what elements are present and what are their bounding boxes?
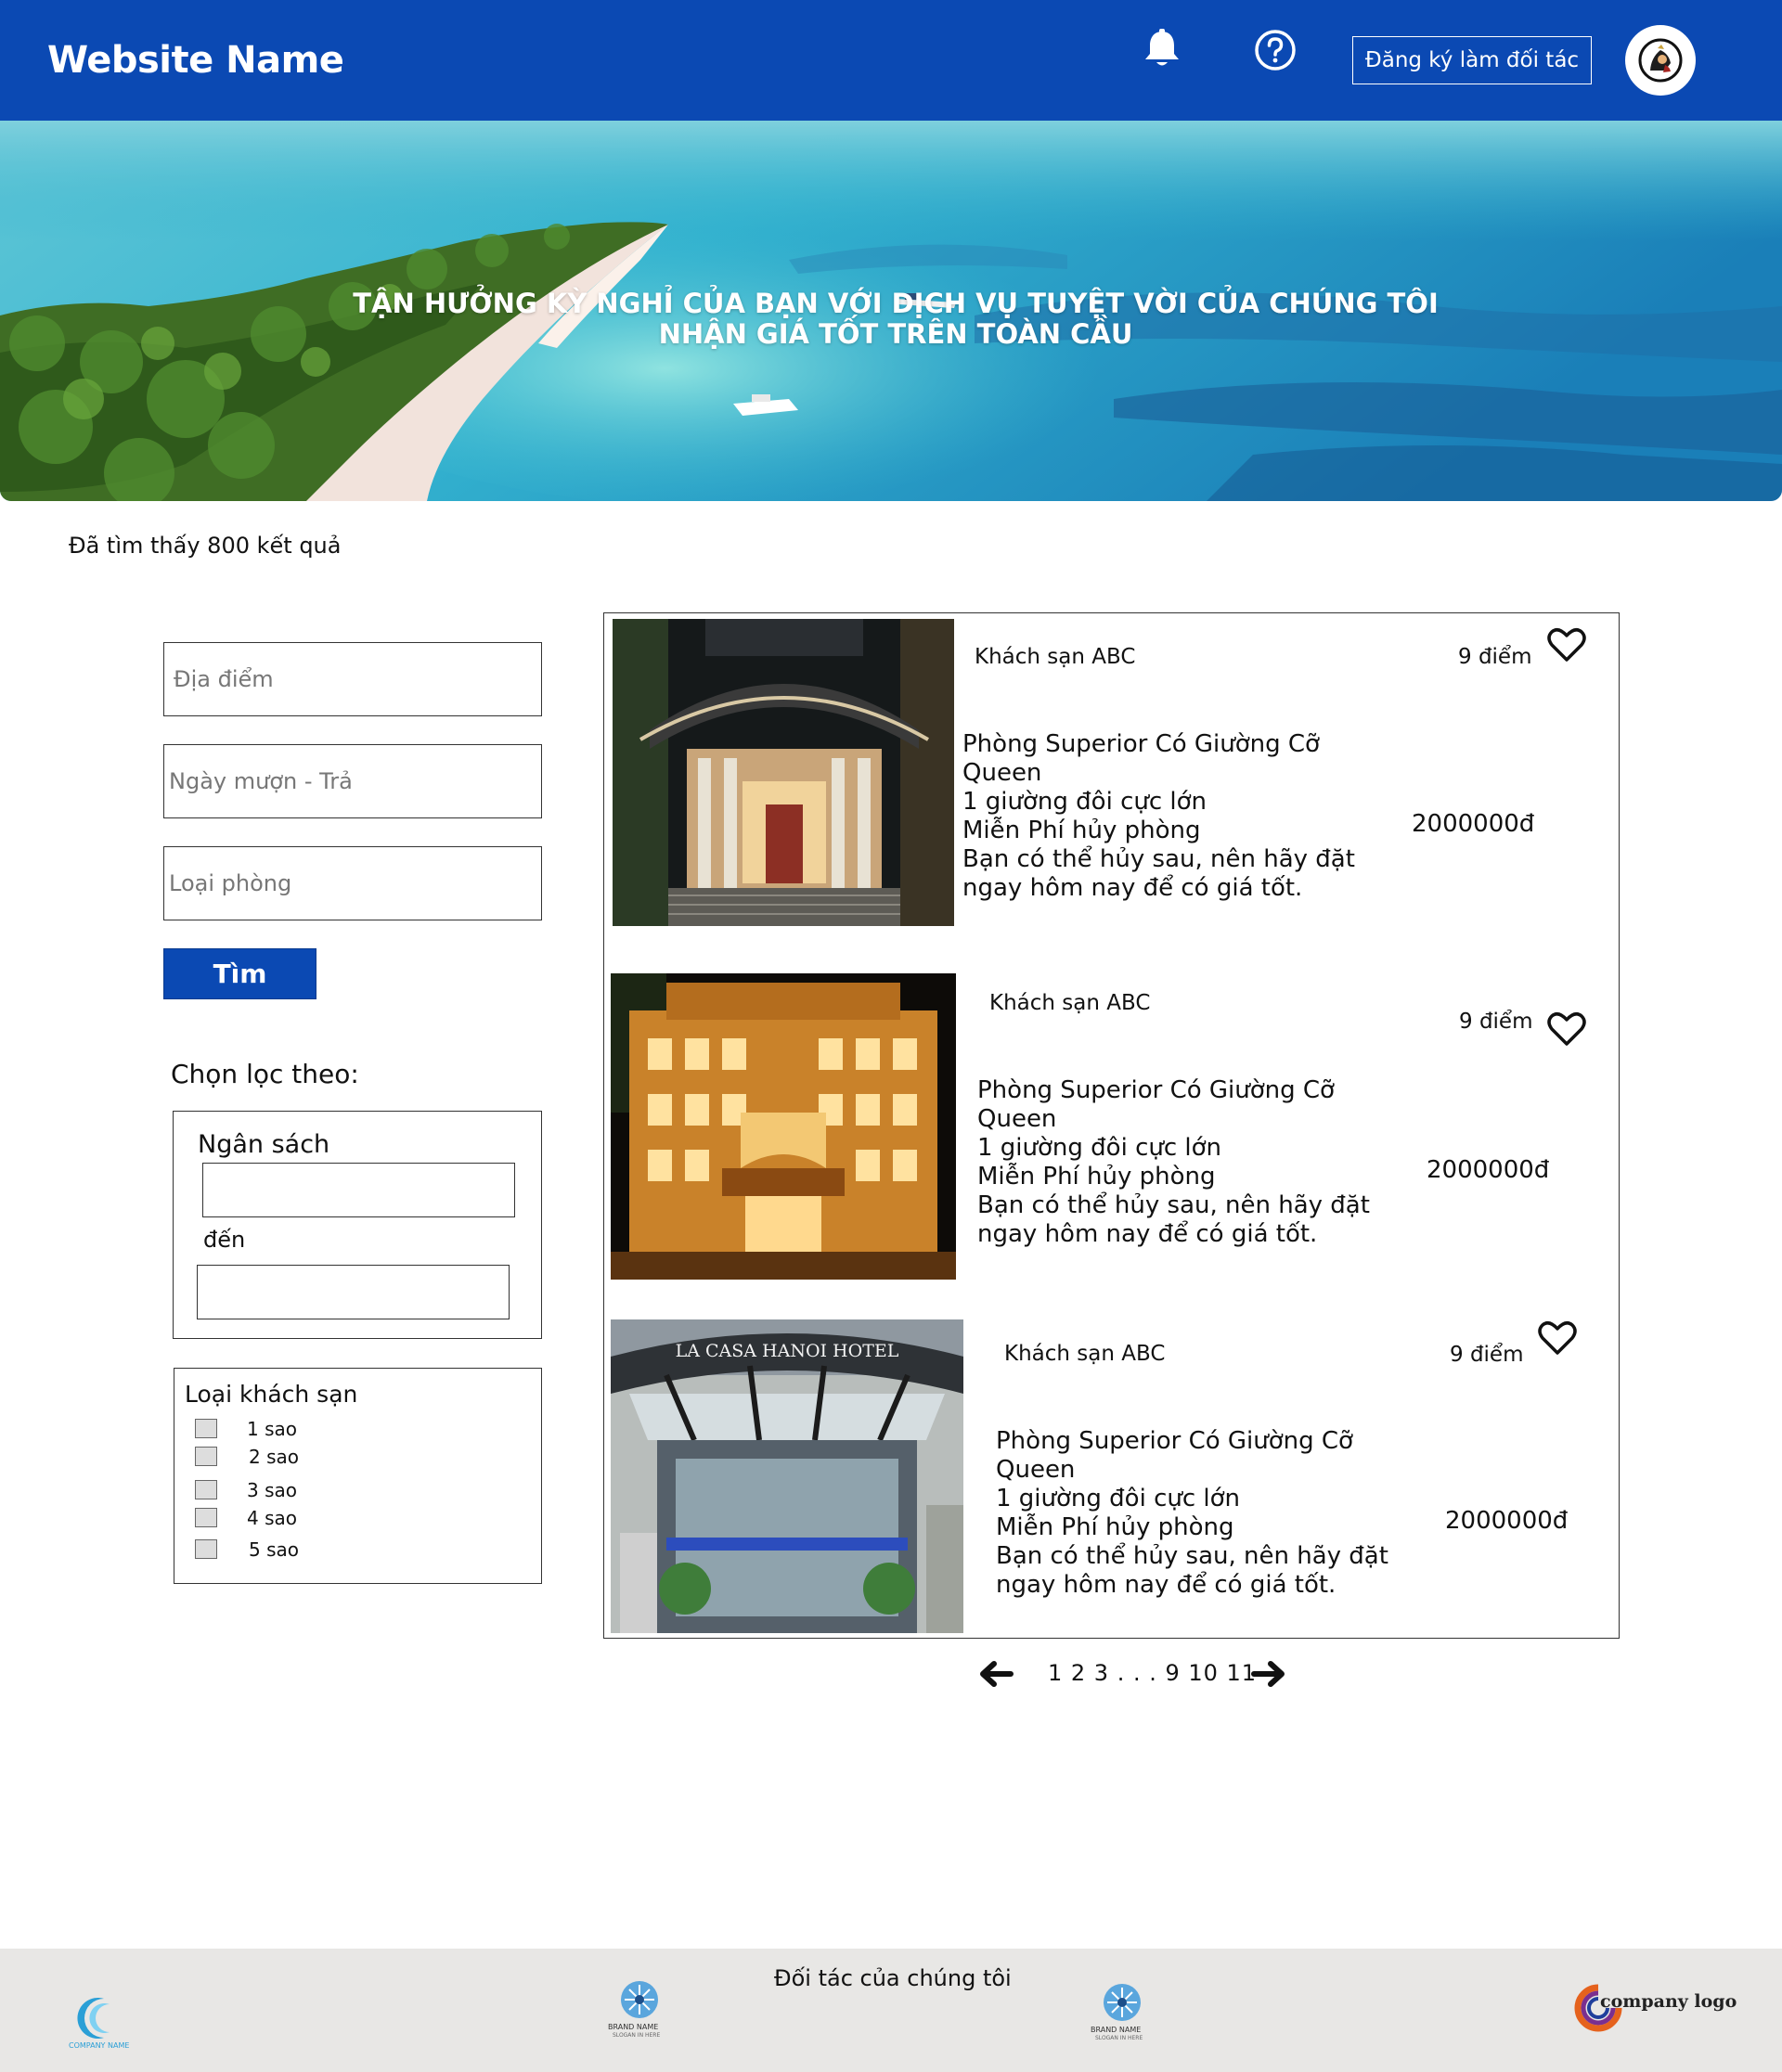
star-2-checkbox[interactable]: [195, 1446, 217, 1466]
hotel-type-label: Loại khách sạn: [185, 1381, 358, 1408]
date-range-input[interactable]: Ngày mượn - Trả: [163, 744, 542, 818]
notification-bell-icon[interactable]: [1140, 26, 1184, 71]
budget-to-label: đến: [203, 1227, 246, 1253]
room-name-line2: Queen: [977, 1105, 1057, 1133]
favorite-heart-icon[interactable]: [1538, 1319, 1577, 1357]
star-4-checkbox[interactable]: [195, 1507, 217, 1527]
hotel-night-facade-image: [611, 973, 956, 1280]
partner-logo-brand-1[interactable]: BRAND NAME SLOGAN IN HERE: [605, 1979, 674, 2046]
hotel-score: 9 điểm: [1450, 1343, 1524, 1367]
budget-filter: Ngân sách đến: [173, 1111, 542, 1339]
hotel-score: 9 điểm: [1458, 645, 1532, 669]
brand-slogan-text: SLOGAN IN HERE: [613, 2032, 661, 2039]
crescent-logo-icon: [77, 1998, 110, 2039]
hotel-photo[interactable]: [613, 619, 954, 926]
partner-logo-brand-2[interactable]: BRAND NAME SLOGAN IN HERE: [1088, 1982, 1156, 2049]
filter-heading: Chọn lọc theo:: [171, 1059, 359, 1089]
star-filter-3[interactable]: [195, 1478, 217, 1500]
hotel-type-filter: Loại khách sạn 1 sao 2 sao 3 sao 4 sao 5…: [174, 1368, 542, 1584]
hotel-name[interactable]: Khách sạn ABC: [989, 991, 1150, 1015]
hero-banner: TẬN HƯỞNG KỲ NGHỈ CỦA BẠN VỚI DỊCH VỤ TU…: [0, 121, 1782, 501]
room-name-line2: Queen: [996, 1456, 1076, 1484]
hotel-storefront-image: LA CASA HANOI HOTEL: [611, 1319, 963, 1633]
footer-partners: Đối tác của chúng tôi COMPANY NAME BRAND…: [0, 1949, 1782, 2072]
star-filter-1[interactable]: [195, 1417, 217, 1439]
hotel-name[interactable]: Khách sạn ABC: [975, 645, 1135, 669]
prev-page-arrow-icon[interactable]: [977, 1659, 1014, 1689]
room-name-line2: Queen: [962, 759, 1042, 787]
room-type-input[interactable]: Loại phòng: [163, 846, 542, 920]
results-count: Đã tìm thấy 800 kết quả: [69, 533, 342, 559]
cancellation-note-line1: Bạn có thể hủy sau, nên hãy đặt: [996, 1542, 1388, 1570]
cancellation-note-line2: ngay hôm nay để có giá tốt.: [977, 1220, 1318, 1248]
starburst-logo-icon: [621, 1981, 658, 2018]
room-name-line1: Phòng Superior Có Giường Cỡ: [996, 1427, 1353, 1455]
hero-tagline-line1: TẬN HƯỞNG KỲ NGHỈ CỦA BẠN VỚI DỊCH VỤ TU…: [353, 288, 1439, 319]
star-5-checkbox[interactable]: [195, 1538, 217, 1559]
company-name-text: COMPANY NAME: [69, 2041, 130, 2050]
star-filter-2[interactable]: [195, 1445, 217, 1467]
room-price: 2000000đ: [1445, 1507, 1569, 1535]
next-page-arrow-icon[interactable]: [1250, 1659, 1287, 1689]
brand-slogan-text: SLOGAN IN HERE: [1095, 2035, 1143, 2041]
hero-tagline-line2: NHẬN GIÁ TỐT TRÊN TOÀN CẦU: [658, 318, 1133, 350]
room-price: 2000000đ: [1412, 810, 1535, 838]
top-nav-bar: Website Name Đăng ký làm đối tác: [0, 0, 1782, 121]
site-name[interactable]: Website Name: [47, 39, 344, 82]
star-1-label: 1 sao: [247, 1418, 297, 1440]
cancellation-info: Miễn Phí hủy phòng: [996, 1513, 1234, 1541]
hotel-name[interactable]: Khách sạn ABC: [1004, 1342, 1165, 1366]
cancellation-info: Miễn Phí hủy phòng: [977, 1163, 1216, 1190]
room-name-line1: Phòng Superior Có Giường Cỡ: [977, 1076, 1335, 1104]
star-3-checkbox[interactable]: [195, 1479, 217, 1499]
hotel-entrance-image: [613, 619, 954, 926]
cancellation-note-line1: Bạn có thể hủy sau, nên hãy đặt: [962, 845, 1355, 873]
room-description: Phòng Superior Có Giường Cỡ Queen 1 giườ…: [962, 730, 1355, 903]
room-price: 2000000đ: [1427, 1156, 1550, 1184]
help-icon[interactable]: [1253, 28, 1298, 72]
favorite-heart-icon[interactable]: [1547, 1010, 1586, 1048]
user-avatar[interactable]: [1625, 25, 1696, 96]
avatar-emblem-icon: [1638, 38, 1683, 83]
hotel-photo[interactable]: [611, 973, 956, 1280]
favorite-heart-icon[interactable]: [1547, 626, 1586, 663]
brand-name-text: BRAND NAME: [1091, 2026, 1142, 2034]
partner-signup-button[interactable]: Đăng ký làm đối tác: [1352, 36, 1592, 84]
star-4-label: 4 sao: [247, 1507, 297, 1529]
star-filter-5[interactable]: [195, 1538, 217, 1560]
partner-logo-company-logo[interactable]: company logo: [1570, 1980, 1737, 2036]
cancellation-note-line2: ngay hôm nay để có giá tốt.: [996, 1571, 1336, 1599]
room-description: Phòng Superior Có Giường Cỡ Queen 1 giườ…: [996, 1427, 1388, 1600]
budget-label: Ngân sách: [198, 1130, 330, 1159]
page-numbers[interactable]: 1 2 3 . . . 9 10 11: [1048, 1660, 1257, 1686]
location-input[interactable]: Địa điểm: [163, 642, 542, 716]
bed-info: 1 giường đôi cực lớn: [996, 1485, 1241, 1512]
search-button[interactable]: Tìm: [163, 948, 316, 999]
room-name-line1: Phòng Superior Có Giường Cỡ: [962, 730, 1320, 758]
cancellation-info: Miễn Phí hủy phòng: [962, 817, 1201, 844]
star-3-label: 3 sao: [247, 1479, 297, 1501]
partners-heading: Đối tác của chúng tôi: [774, 1965, 1012, 1991]
budget-max-input[interactable]: [197, 1265, 510, 1319]
partner-logo-company-name[interactable]: COMPANY NAME: [67, 1995, 129, 2053]
hotel-score: 9 điểm: [1459, 1010, 1533, 1034]
hotel-results-list: Khách sạn ABC 9 điểm Phòng Superior Có G…: [603, 612, 1620, 1639]
bed-info: 1 giường đôi cực lớn: [962, 788, 1207, 816]
star-1-checkbox[interactable]: [195, 1418, 217, 1438]
company-logo-text: company logo: [1600, 1991, 1737, 2012]
star-2-label: 2 sao: [249, 1446, 299, 1468]
budget-min-input[interactable]: [202, 1163, 515, 1217]
cancellation-note-line2: ngay hôm nay để có giá tốt.: [962, 874, 1303, 902]
brand-name-text: BRAND NAME: [608, 2023, 659, 2031]
star-5-label: 5 sao: [249, 1538, 299, 1561]
starburst-logo-icon: [1104, 1984, 1141, 2021]
hotel-sign-text: LA CASA HANOI HOTEL: [676, 1341, 899, 1361]
cancellation-note-line1: Bạn có thể hủy sau, nên hãy đặt: [977, 1191, 1370, 1219]
room-description: Phòng Superior Có Giường Cỡ Queen 1 giườ…: [977, 1076, 1370, 1249]
star-filter-4[interactable]: [195, 1506, 217, 1528]
bed-info: 1 giường đôi cực lớn: [977, 1134, 1222, 1162]
hotel-photo[interactable]: LA CASA HANOI HOTEL: [611, 1319, 963, 1633]
